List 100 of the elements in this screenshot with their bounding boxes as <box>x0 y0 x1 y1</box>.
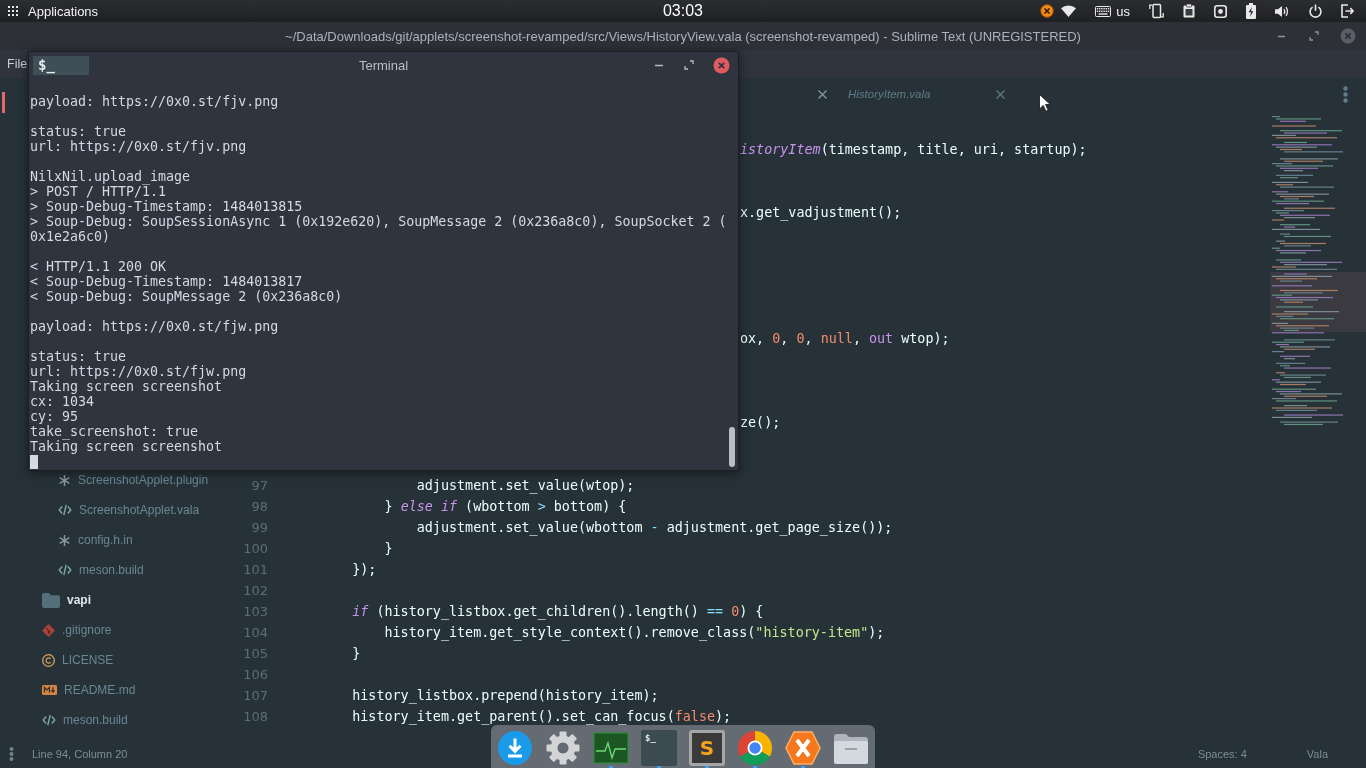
terminal-icon[interactable]: $_ <box>641 730 677 766</box>
volume-icon[interactable] <box>1275 4 1290 18</box>
keyboard-layout[interactable]: us <box>1116 3 1130 19</box>
folder-icon <box>42 592 60 608</box>
terminal-line: NilxNil.upload_image <box>30 169 191 184</box>
code-icon <box>58 504 72 516</box>
line-number: 104 <box>243 625 268 640</box>
terminal-line: cy: 95 <box>30 409 79 424</box>
logout-icon[interactable] <box>1341 4 1354 18</box>
terminal-line: Taking screen screenshot <box>30 439 223 454</box>
code-line: } <box>384 541 393 556</box>
code-line: }); <box>352 562 377 577</box>
terminal-line: status: true <box>30 349 127 364</box>
code-line: history_item.get_parent().set_can_focus(false); <box>352 709 732 724</box>
file-tree-item[interactable]: README.md <box>64 683 136 697</box>
code-line: history_item.get_style_context().remove_class("history-item"); <box>384 625 885 640</box>
code-line: if (history_listbox.get_children().length() == 0) { <box>352 604 764 619</box>
clock[interactable]: 03:03 <box>662 2 703 20</box>
file-tree-item[interactable]: config.h.in <box>78 533 133 547</box>
line-number: 106 <box>243 667 268 682</box>
line-number: 97 <box>251 478 268 493</box>
battery-charging-icon[interactable] <box>1246 3 1256 19</box>
clipboard-icon[interactable] <box>1183 4 1195 18</box>
camera-icon[interactable] <box>1214 4 1227 18</box>
download-icon[interactable] <box>497 730 533 766</box>
terminal-line: payload: https://0x0.st/fjv.png <box>30 94 279 109</box>
restore-icon[interactable] <box>1308 30 1320 42</box>
line-number: 100 <box>243 541 268 556</box>
terminal-line: payload: https://0x0.st/fjw.png <box>30 319 279 334</box>
code-line: x.get_vadjustment(); <box>740 205 902 220</box>
line-number: 98 <box>251 499 268 514</box>
terminal-line: take_screenshot: true <box>30 424 199 439</box>
terminal-line: > Soup-Debug-Timestamp: 1484013815 <box>30 199 303 214</box>
terminal-line: > Soup-Debug: SoupSessionAsync 1 (0x192e620), SoupMessage 2 (0x236a8c0), SoupSocket 2 ( <box>30 214 727 229</box>
code-icon <box>58 564 72 576</box>
screen-rotation-icon[interactable] <box>1149 3 1164 19</box>
file-tree-item[interactable]: .gitignore <box>62 623 112 637</box>
code-line: adjustment.set_value(wtop); <box>416 478 635 493</box>
line-number: 107 <box>243 688 268 703</box>
terminal-line: 0x1e2a6c0) <box>30 229 111 244</box>
line-number: 105 <box>243 646 268 661</box>
file-tree-item[interactable]: ScreenshotApplet.vala <box>79 503 200 517</box>
line-number: 102 <box>243 583 268 598</box>
code-line: adjustment.set_value(wbottom - adjustment.get_page_size()); <box>416 520 893 535</box>
file-tree-item[interactable]: vapi <box>67 593 91 607</box>
terminal-icon: $_ <box>33 55 89 75</box>
line-number: 99 <box>251 520 268 535</box>
vertical-dots-icon[interactable] <box>9 747 14 761</box>
letter-s-icon[interactable]: S <box>689 730 725 766</box>
code-line: istoryItem(timestamp, title, uri, startup); <box>740 142 1087 157</box>
file-tree-item[interactable]: ScreenshotApplet.plugin <box>78 473 209 487</box>
close-icon[interactable] <box>713 56 730 74</box>
keyboard-icon[interactable] <box>1095 5 1112 17</box>
text-cursor <box>30 454 38 469</box>
scrollbar[interactable] <box>729 427 735 467</box>
file-tree-item[interactable]: LICENSE <box>62 653 114 667</box>
file-tree-item[interactable]: meson.build <box>79 563 144 577</box>
power-icon[interactable] <box>1309 4 1322 18</box>
indentation-setting[interactable]: Spaces: 4 <box>1197 748 1247 760</box>
terminal-line: < HTTP/1.1 200 OK <box>30 259 167 274</box>
file-tree-item[interactable]: meson.build <box>63 713 128 727</box>
hexagon-icon[interactable] <box>785 730 821 766</box>
terminal-line: < Soup-Debug: SoupMessage 2 (0x236a8c0) <box>30 289 343 304</box>
terminal-line: Taking screen screenshot <box>30 379 223 394</box>
code-icon <box>42 714 56 726</box>
cursor-position: Line 94, Column 20 <box>32 748 128 760</box>
terminal-line: url: https://0x0.st/fjv.png <box>30 139 247 154</box>
markdown-icon <box>42 685 57 695</box>
code-line: ox, 0, 0, null, out wtop); <box>740 331 950 346</box>
mouse-pointer-icon <box>1039 94 1051 112</box>
diamond-icon <box>42 623 55 637</box>
terminal-line: url: https://0x0.st/fjw.png <box>30 364 247 379</box>
close-icon[interactable] <box>996 89 1005 99</box>
restore-icon[interactable] <box>683 59 695 71</box>
terminal-line: < Soup-Debug-Timestamp: 1484013817 <box>30 274 303 289</box>
terminal-line: > POST / HTTP/1.1 <box>30 184 167 199</box>
editor-tab[interactable]: HistoryItem.vala <box>836 78 1014 110</box>
wifi-icon[interactable] <box>1061 5 1077 17</box>
terminal-line: cx: 1034 <box>30 394 95 409</box>
code-line: } else if (wbottom > bottom) { <box>384 499 627 514</box>
applications-menu[interactable]: Applications <box>8 0 101 22</box>
syntax-setting[interactable]: Vala <box>1306 748 1328 760</box>
pulse-monitor-icon[interactable] <box>593 730 629 766</box>
window-title: ~/Data/Downloads/git/applets/screenshot-revamped/src/Views/HistoryView.vala (screenshot-revamped) - Sublime Text (UNREGISTERED) <box>285 28 1081 44</box>
line-number: 103 <box>243 604 268 619</box>
menu-item[interactable]: File <box>7 57 28 71</box>
line-number: 101 <box>243 562 268 577</box>
indicator-bar <box>2 92 5 113</box>
terminal-line: status: true <box>30 124 127 139</box>
code-line: history_listbox.prepend(history_item); <box>352 688 659 703</box>
more-options-icon[interactable] <box>1343 85 1348 103</box>
line-number: 108 <box>243 709 268 724</box>
window-title: Terminal <box>358 57 409 73</box>
asterisk-icon <box>58 473 71 487</box>
x-circle-icon[interactable] <box>1040 4 1055 18</box>
code-line: ze(); <box>740 415 781 430</box>
asterisk-icon <box>58 533 71 547</box>
close-icon[interactable] <box>818 89 827 99</box>
gear-icon[interactable] <box>545 730 581 766</box>
browser-icon[interactable] <box>737 730 773 766</box>
